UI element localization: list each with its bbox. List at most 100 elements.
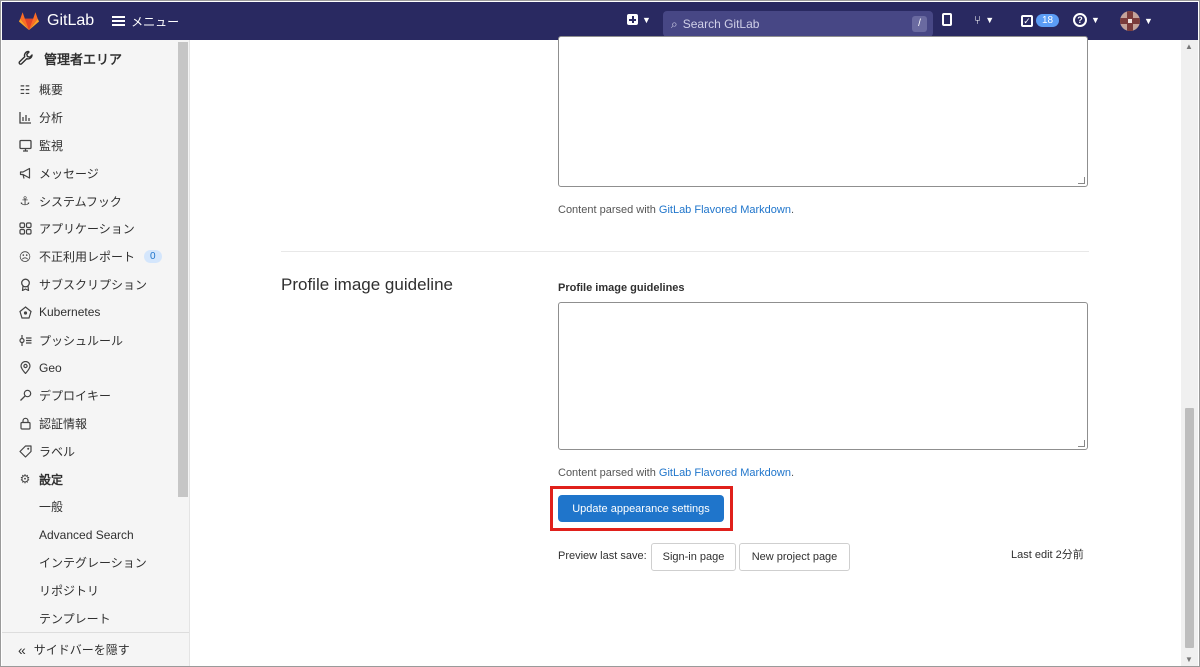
gitlab-home-link[interactable]: GitLab (18, 10, 94, 32)
sidebar-item-push-rules[interactable]: プッシュルール (2, 326, 189, 354)
hamburger-icon (112, 16, 126, 26)
chevron-down-icon: ▼ (1091, 15, 1100, 25)
plus-square-icon (627, 14, 638, 25)
sidebar-item-label: サブスクリプション (39, 277, 148, 292)
anchor-icon: ⚓ (19, 194, 31, 209)
new-project-page-preview-button[interactable]: New project page (739, 543, 850, 571)
sidebar-item-abuse-reports[interactable]: ☹ 不正利用レポート 0 (2, 243, 189, 271)
sidebar-subitem-templates[interactable]: テンプレート (2, 604, 189, 632)
help-button[interactable]: ? ▼ (1073, 13, 1100, 27)
new-dropdown-button[interactable]: ▼ (627, 14, 651, 25)
markdown-help-text: Content parsed with GitLab Flavored Mark… (558, 467, 794, 479)
chevron-down-icon: ▼ (985, 15, 995, 25)
abuse-report-count-badge: 0 (144, 250, 162, 264)
help-suffix: . (790, 204, 795, 216)
browser-window: GitLab メニュー ▼ ⌕ Search GitLab / ⑂ ▼ ✓ 18… (0, 0, 1200, 667)
sidebar-item-label: 認証情報 (39, 416, 88, 431)
resize-handle-icon[interactable] (1078, 440, 1085, 447)
admin-sidebar: 管理者エリア ☷ 概要 分析 監視 メッセージ ⚓ システムフック アプリケーシ… (2, 40, 190, 666)
sidebar-item-label: システムフック (39, 194, 122, 209)
sidebar-item-label: Geo (39, 360, 62, 375)
scroll-down-arrow-icon[interactable]: ▼ (1185, 655, 1193, 664)
sidebar-scrollbar[interactable] (178, 42, 188, 497)
main-menu-button[interactable]: メニュー (112, 13, 179, 30)
kubernetes-icon (18, 305, 32, 319)
sidebar-item-label: アプリケーション (39, 222, 135, 237)
collapse-sidebar-button[interactable]: « サイドバーを隠す (2, 632, 189, 666)
analytics-icon (18, 111, 32, 125)
todo-checkbox-icon: ✓ (1021, 14, 1033, 27)
sidebar-subitem-label: Advanced Search (39, 527, 134, 542)
sidebar-item-label: 設定 (39, 472, 64, 487)
sidebar-item-settings[interactable]: ⚙ 設定 (2, 465, 189, 493)
sidebar-subitem-label: 一般 (39, 500, 64, 515)
sidebar-item-analytics[interactable]: 分析 (2, 104, 189, 132)
resize-handle-icon[interactable] (1078, 177, 1085, 184)
update-appearance-button[interactable]: Update appearance settings (558, 495, 724, 522)
section-title: Profile image guideline (281, 275, 453, 294)
sidebar-subitem-integrations[interactable]: インテグレーション (2, 549, 189, 577)
profile-image-guidelines-textarea[interactable] (558, 302, 1088, 450)
sidebar-item-labels[interactable]: ラベル (2, 437, 189, 465)
markdown-help-link[interactable]: GitLab Flavored Markdown (659, 467, 791, 479)
search-placeholder: Search GitLab (682, 17, 760, 31)
previous-textarea[interactable] (558, 36, 1088, 187)
help-prefix: Content parsed with (558, 467, 659, 479)
double-chevron-left-icon: « (18, 641, 26, 658)
sidebar-item-label: メッセージ (39, 166, 99, 181)
merge-requests-button[interactable]: ⑂ ▼ (974, 13, 994, 27)
overview-icon: ☷ (19, 82, 31, 97)
user-menu-button[interactable]: ▼ (1120, 11, 1153, 31)
sidebar-item-label: 分析 (39, 111, 64, 126)
chevron-down-icon: ▼ (642, 14, 651, 25)
section-divider (281, 251, 1089, 252)
sidebar-item-credentials[interactable]: 認証情報 (2, 410, 189, 438)
sidebar-item-label: 不正利用レポート (39, 250, 136, 265)
markdown-help-text: Content parsed with GitLab Flavored Mark… (558, 204, 794, 216)
sidebar-item-subscription[interactable]: サブスクリプション (2, 271, 189, 299)
gitlab-logo-icon (18, 12, 40, 31)
sidebar-subitem-advanced-search[interactable]: Advanced Search (2, 521, 189, 549)
abuse-report-icon: ☹ (18, 249, 32, 264)
markdown-help-link[interactable]: GitLab Flavored Markdown (659, 204, 791, 216)
sidebar-item-applications[interactable]: アプリケーション (2, 215, 189, 243)
sidebar-subitem-general[interactable]: 一般 (2, 493, 189, 521)
chevron-down-icon: ▼ (1144, 16, 1153, 26)
sidebar-item-system-hooks[interactable]: ⚓ システムフック (2, 187, 189, 215)
todos-button[interactable]: ✓ 18 (1021, 14, 1060, 27)
sidebar-item-kubernetes[interactable]: Kubernetes (2, 298, 189, 326)
brand-name: GitLab (47, 12, 95, 29)
sidebar-item-label: ラベル (39, 444, 76, 459)
sidebar-subitem-label: テンプレート (39, 611, 111, 626)
sidebar-item-geo[interactable]: Geo (2, 354, 189, 382)
sidebar-item-label: 監視 (39, 138, 64, 153)
applications-icon (18, 222, 32, 236)
field-label: Profile image guidelines (558, 282, 685, 294)
sidebar-subitem-label: インテグレーション (39, 555, 147, 570)
sidebar-item-deploy-keys[interactable]: デプロイキー (2, 382, 189, 410)
scrollbar-thumb[interactable] (1185, 408, 1194, 648)
sidebar-item-overview[interactable]: ☷ 概要 (2, 76, 189, 104)
sidebar-item-label: プッシュルール (39, 333, 124, 348)
signin-page-preview-button[interactable]: Sign-in page (651, 543, 736, 571)
search-input[interactable]: ⌕ Search GitLab / (663, 11, 933, 37)
merge-request-icon: ⑂ (974, 13, 982, 27)
deploy-key-icon (18, 389, 32, 403)
page-scrollbar[interactable]: ▲ ▼ (1181, 40, 1198, 666)
last-edit-text: Last edit 2分前 (1011, 549, 1084, 561)
avatar (1120, 11, 1140, 31)
main-menu-label: メニュー (131, 14, 180, 29)
sidebar-item-label: デプロイキー (39, 389, 112, 404)
sidebar-item-messages[interactable]: メッセージ (2, 159, 189, 187)
sidebar-header[interactable]: 管理者エリア (2, 40, 189, 76)
geo-icon (18, 361, 32, 375)
sidebar-item-label: 概要 (39, 83, 64, 98)
search-shortcut-hint: / (912, 16, 927, 32)
wrench-icon (18, 50, 33, 65)
todo-count-badge: 18 (1036, 14, 1060, 27)
scroll-up-arrow-icon[interactable]: ▲ (1185, 42, 1193, 51)
sidebar-subitem-repository[interactable]: リポジトリ (2, 576, 189, 604)
sidebar-item-monitoring[interactable]: 監視 (2, 132, 189, 160)
main-content: Content parsed with GitLab Flavored Mark… (191, 36, 1181, 666)
issues-button[interactable] (942, 13, 952, 26)
